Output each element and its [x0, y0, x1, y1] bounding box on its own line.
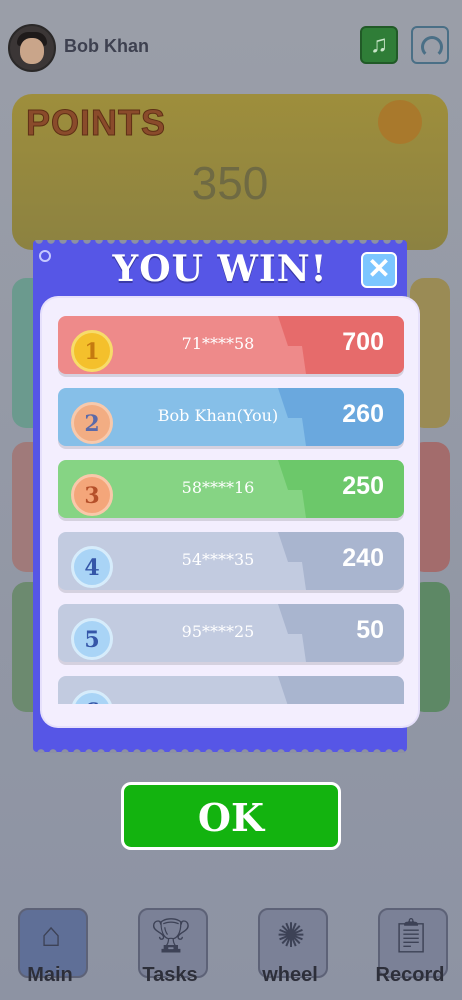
leaderboard-row: 6	[58, 676, 404, 704]
player-score: 250	[342, 472, 384, 500]
leaderboard-row: 4 54****35 240	[58, 532, 404, 590]
rank-badge-icon: 4	[70, 536, 116, 588]
player-score: 240	[342, 544, 384, 572]
medal-rank: 1	[71, 330, 113, 372]
player-score: 700	[342, 328, 384, 356]
avatar[interactable]	[8, 24, 56, 72]
medal-rank: 6	[71, 690, 113, 704]
leaderboard-row: 1 71****58 700	[58, 316, 404, 374]
dialog-perforation-bottom	[33, 745, 407, 753]
player-name: 95****25	[181, 622, 255, 641]
nav-record[interactable]: 📋︎ Record	[374, 908, 448, 994]
rank-badge-icon: 6	[70, 680, 116, 704]
nav-tasks-label: Tasks	[142, 964, 198, 986]
nav-record-label: Record	[375, 964, 445, 986]
points-value: 350	[191, 157, 269, 209]
points-title: POINTS	[25, 102, 167, 144]
leaderboard-list[interactable]: 1 71****58 700 2 Bob Khan(You) 260 3 58*…	[58, 316, 404, 704]
points-card: POINTS 350	[12, 94, 448, 250]
medal-rank: 2	[71, 402, 113, 444]
nav-tasks[interactable]: 🏆︎ Tasks	[134, 908, 208, 994]
clipboard-icon: 📋︎	[389, 917, 433, 955]
gold-medal-icon: 1	[70, 320, 116, 372]
player-name: 54****35	[181, 550, 255, 569]
leaderboard-row: 5 95****25 50	[58, 604, 404, 662]
dialog-perforation-top	[33, 240, 407, 248]
nav-wheel[interactable]: ✺ wheel	[254, 908, 328, 994]
player-name: 58****16	[181, 478, 255, 497]
player-score: 50	[356, 616, 384, 644]
leaderboard-panel: 1 71****58 700 2 Bob Khan(You) 260 3 58*…	[42, 298, 418, 726]
silver-medal-icon: 2	[70, 392, 116, 444]
nav-wheel-label: wheel	[262, 964, 318, 986]
wheel-icon: ✺	[276, 917, 306, 955]
nav-main[interactable]: ⌂ Main	[14, 908, 88, 994]
medal-rank: 4	[71, 546, 113, 588]
avatar-face	[20, 38, 44, 64]
win-dialog: YOU WIN! ✕ 1 71****58 700 2 Bob Khan(You…	[33, 240, 418, 753]
music-icon[interactable]: ♫	[360, 26, 398, 64]
row-score-bg	[278, 676, 404, 704]
rank-badge-icon: 5	[70, 608, 116, 660]
support-icon[interactable]	[411, 26, 449, 64]
ok-button-label: OK	[197, 795, 265, 840]
leaderboard-row: 2 Bob Khan(You) 260	[58, 388, 404, 446]
username: Bob Khan	[64, 36, 149, 56]
player-name: Bob Khan(You)	[157, 406, 279, 425]
trophy-icon: 🏆︎	[149, 917, 193, 955]
leaderboard-row: 3 58****16 250	[58, 460, 404, 518]
medal-rank: 3	[71, 474, 113, 516]
player-score: 260	[342, 400, 384, 428]
home-icon: ⌂	[40, 916, 62, 954]
player-name: 71****58	[181, 334, 255, 353]
medal-rank: 5	[71, 618, 113, 660]
close-icon: ✕	[367, 253, 391, 284]
nav-main-label: Main	[27, 964, 73, 986]
close-button[interactable]: ✕	[361, 252, 397, 288]
bronze-medal-icon: 3	[70, 464, 116, 516]
ok-button[interactable]: OK	[121, 782, 341, 850]
dialog-title: YOU WIN!	[112, 248, 328, 290]
bottom-nav: ⌂ Main 🏆︎ Tasks ✺ wheel 📋︎ Record	[0, 906, 462, 1000]
top-bar: Bob Khan ♫	[0, 0, 462, 92]
coin-icon	[378, 100, 422, 144]
